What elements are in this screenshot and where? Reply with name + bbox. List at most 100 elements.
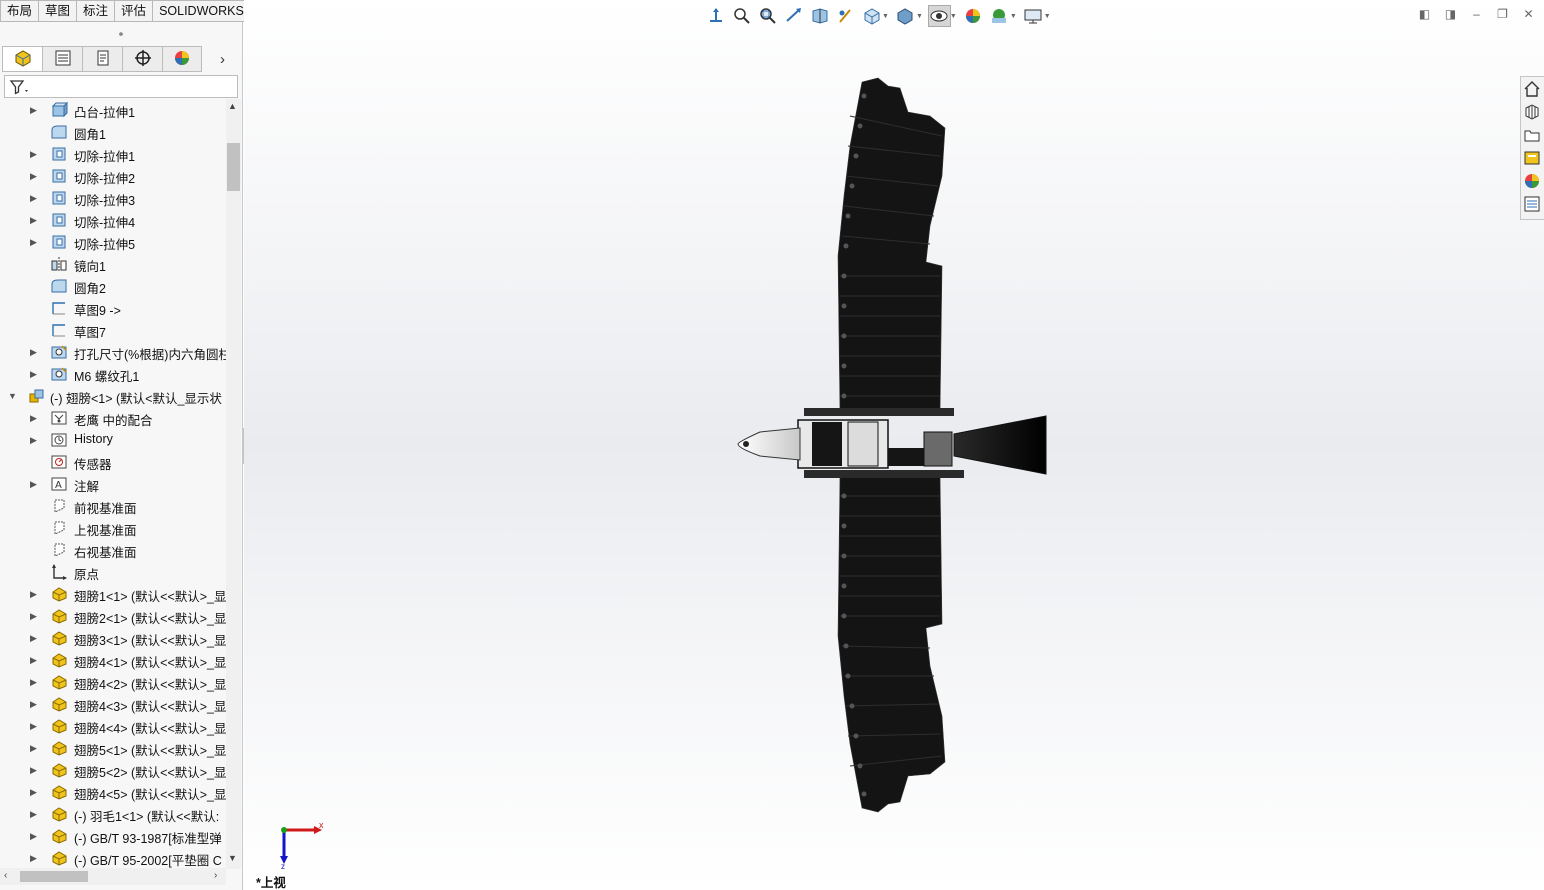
apply-scene-icon[interactable] <box>988 5 1011 27</box>
tree-item[interactable]: ▶ 切除-拉伸3 <box>0 187 228 209</box>
previous-view-icon[interactable] <box>782 5 805 27</box>
expand-arrow-icon[interactable]: ▶ <box>30 347 40 357</box>
expand-arrow-icon[interactable]: ▶ <box>30 435 40 445</box>
expand-arrow-icon[interactable]: ▶ <box>30 149 40 159</box>
minimize-icon[interactable]: – <box>1469 6 1484 21</box>
expand-arrow-icon[interactable]: ▶ <box>30 831 40 841</box>
tree-item[interactable]: ▶ (-) 羽毛1<1> (默认<<默认: <box>0 803 228 825</box>
tree-vertical-scrollbar[interactable]: ▲ ▼ <box>226 99 241 869</box>
expand-arrow-icon[interactable]: ▶ <box>30 787 40 797</box>
dropdown-arrow-icon[interactable]: ▼ <box>1044 13 1051 20</box>
expand-arrow-icon[interactable]: ▶ <box>30 677 40 687</box>
tree-item[interactable]: ▶ 翅膀3<1> (默认<<默认>_显 <box>0 627 228 649</box>
tree-filter[interactable] <box>4 75 238 98</box>
tab-3[interactable]: 评估 <box>115 0 154 22</box>
dimxpert-tab[interactable] <box>122 46 162 72</box>
tree-item[interactable]: ▶ History <box>0 429 228 451</box>
collapse-arrow-icon[interactable]: ▼ <box>8 391 18 401</box>
scroll-left-icon[interactable]: ‹ <box>4 870 7 881</box>
tree-item[interactable]: 草图9 -> <box>0 297 228 319</box>
expand-arrow-icon[interactable]: ▶ <box>30 853 40 863</box>
view-settings-icon[interactable] <box>1022 5 1045 27</box>
view-orientation-icon[interactable] <box>704 5 727 27</box>
tree-item[interactable]: ▶ 翅膀4<5> (默认<<默认>_显 <box>0 781 228 803</box>
expand-arrow-icon[interactable]: ▶ <box>30 237 40 247</box>
dropdown-arrow-icon[interactable]: ▼ <box>882 13 889 20</box>
zoom-to-fit-icon[interactable] <box>730 5 753 27</box>
graphics-area[interactable]: ▼ ▼ ▼ ▼ ▼ ◧ ◨ – ❐ ✕ x z *上视 <box>244 0 1544 890</box>
file-explorer-icon[interactable] <box>1521 146 1543 169</box>
expand-arrow-icon[interactable]: ▶ <box>30 215 40 225</box>
expand-arrow-icon[interactable]: ▶ <box>30 699 40 709</box>
tree-item[interactable]: 前视基准面 <box>0 495 228 517</box>
expand-arrow-icon[interactable]: ▶ <box>30 105 40 115</box>
zoom-area-icon[interactable] <box>756 5 779 27</box>
tree-item[interactable]: 原点 <box>0 561 228 583</box>
expand-arrow-icon[interactable]: ▶ <box>30 369 40 379</box>
resources-icon[interactable] <box>1521 100 1543 123</box>
tab-0[interactable]: 布局 <box>0 0 40 22</box>
feature-manager-tab[interactable] <box>2 46 42 72</box>
tree-item[interactable]: ▶ 翅膀2<1> (默认<<默认>_显 <box>0 605 228 627</box>
dropdown-arrow-icon[interactable]: ▼ <box>950 13 957 20</box>
tree-item[interactable]: ▶ 切除-拉伸4 <box>0 209 228 231</box>
expand-arrow-icon[interactable]: ▶ <box>30 611 40 621</box>
tile-right-icon[interactable]: ◨ <box>1443 6 1458 21</box>
tree-item[interactable]: ▶ M6 螺纹孔1 <box>0 363 228 385</box>
expand-arrow-icon[interactable]: ▶ <box>30 589 40 599</box>
scroll-thumb[interactable] <box>227 143 240 191</box>
tree-item[interactable]: ▶ 切除-拉伸1 <box>0 143 228 165</box>
model-eagle-assembly[interactable] <box>730 76 1060 816</box>
expand-arrow-icon[interactable]: ▶ <box>30 809 40 819</box>
tab-2[interactable]: 标注 <box>77 0 116 22</box>
configuration-manager-tab[interactable] <box>82 46 122 72</box>
filter-icon[interactable] <box>9 79 31 95</box>
expand-arrow-icon[interactable]: ▶ <box>30 633 40 643</box>
tree-item[interactable]: ▶ 打孔尺寸(%根据)内六角圆柱 <box>0 341 228 363</box>
display-manager-tab[interactable] <box>162 46 202 72</box>
tree-horizontal-scrollbar[interactable]: ‹ › <box>0 868 226 885</box>
expand-arrow-icon[interactable]: ▶ <box>30 655 40 665</box>
tree-item[interactable]: ▶ 切除-拉伸5 <box>0 231 228 253</box>
property-manager-tab[interactable] <box>42 46 82 72</box>
tree-item[interactable]: ▶ 翅膀1<1> (默认<<默认>_显 <box>0 583 228 605</box>
expand-arrow-icon[interactable]: ▶ <box>30 765 40 775</box>
tree-item[interactable]: ▶ (-) GB/T 95-2002[平垫圈 C <box>0 847 228 869</box>
expand-arrow-icon[interactable]: ▶ <box>30 721 40 731</box>
panel-grip[interactable]: ⦁ <box>0 22 242 44</box>
hide-show-icon[interactable] <box>927 5 951 27</box>
dropdown-arrow-icon[interactable]: ▼ <box>1010 13 1017 20</box>
close-icon[interactable]: ✕ <box>1521 6 1536 21</box>
hscroll-thumb[interactable] <box>20 871 88 882</box>
panel-tabs-more-icon[interactable]: › <box>220 51 225 68</box>
tab-1[interactable]: 草图 <box>39 0 78 22</box>
tree-item[interactable]: ▶ 凸台-拉伸1 <box>0 99 228 121</box>
view-cube-icon[interactable] <box>860 5 883 27</box>
tree-item[interactable]: ▶ 翅膀4<3> (默认<<默认>_显 <box>0 693 228 715</box>
dynamic-annotation-icon[interactable] <box>834 5 857 27</box>
tree-item[interactable]: 右视基准面 <box>0 539 228 561</box>
tree-item[interactable]: ▶ 翅膀5<1> (默认<<默认>_显 <box>0 737 228 759</box>
tree-item[interactable]: ▶ 翅膀4<1> (默认<<默认>_显 <box>0 649 228 671</box>
home-icon[interactable] <box>1521 77 1543 100</box>
tree-item[interactable]: 上视基准面 <box>0 517 228 539</box>
tree-item[interactable]: ▶ (-) GB/T 93-1987[标准型弹 <box>0 825 228 847</box>
expand-arrow-icon[interactable]: ▶ <box>30 479 40 489</box>
tree-item[interactable]: ▶ 切除-拉伸2 <box>0 165 228 187</box>
expand-arrow-icon[interactable]: ▶ <box>30 171 40 181</box>
tile-left-icon[interactable]: ◧ <box>1417 6 1432 21</box>
tree-item[interactable]: ▼ (-) 翅膀<1> (默认<默认_显示状 <box>0 385 228 407</box>
display-style-icon[interactable] <box>894 5 917 27</box>
custom-properties-icon[interactable] <box>1521 192 1543 215</box>
section-view-icon[interactable] <box>808 5 831 27</box>
restore-icon[interactable]: ❐ <box>1495 6 1510 21</box>
tree-item[interactable]: ▶ 老鹰 中的配合 <box>0 407 228 429</box>
tree-item[interactable]: ▶ 翅膀4<2> (默认<<默认>_显 <box>0 671 228 693</box>
expand-arrow-icon[interactable]: ▶ <box>30 193 40 203</box>
tree-item[interactable]: 圆角2 <box>0 275 228 297</box>
scroll-down-icon[interactable]: ▼ <box>228 853 237 863</box>
tree-item[interactable]: 镜向1 <box>0 253 228 275</box>
scroll-up-icon[interactable]: ▲ <box>228 101 237 111</box>
tree-item[interactable]: ▶ 翅膀5<2> (默认<<默认>_显 <box>0 759 228 781</box>
tree-item[interactable]: 传感器 <box>0 451 228 473</box>
